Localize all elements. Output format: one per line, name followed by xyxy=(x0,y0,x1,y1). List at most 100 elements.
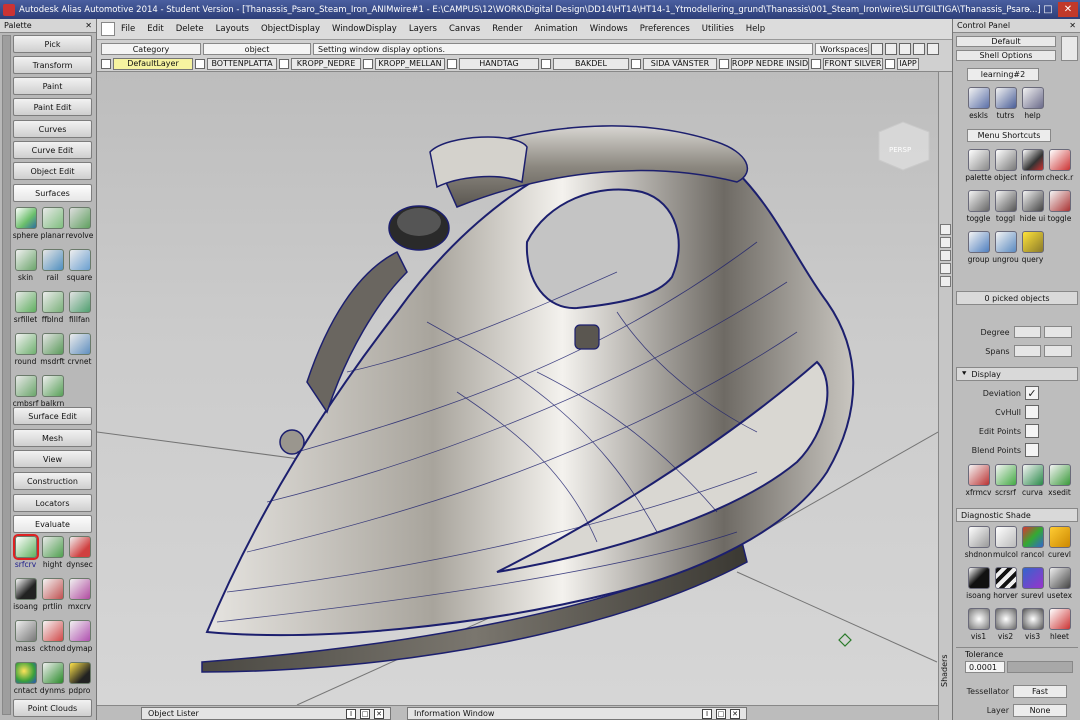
palette-scroll-strip[interactable] xyxy=(2,35,11,715)
tool-scrsrf[interactable]: scrsrf xyxy=(992,462,1019,502)
tool-fillfan[interactable]: fillfan xyxy=(66,289,93,329)
palette-surfaces-button[interactable]: Surfaces xyxy=(13,184,92,202)
tool-dynsec[interactable]: dynsec xyxy=(66,534,93,574)
tool-check[interactable]: check.r xyxy=(1046,147,1073,187)
spans-input-2[interactable] xyxy=(1044,345,1072,357)
spans-input-1[interactable] xyxy=(1013,345,1042,357)
workspace-icon-3[interactable] xyxy=(899,43,911,55)
layer-tab[interactable]: BOTTENPLATTA xyxy=(207,57,277,70)
palette-view-button[interactable]: View xyxy=(13,450,92,468)
tool-cntact[interactable]: cntact xyxy=(12,660,39,700)
tool-object[interactable]: object xyxy=(992,147,1019,187)
tool-mulcol[interactable]: mulcol xyxy=(992,524,1019,564)
tool-skin[interactable]: skin xyxy=(12,247,39,287)
tool-square[interactable]: square xyxy=(66,247,93,287)
perspective-viewport[interactable]: PERSP xyxy=(97,72,938,705)
minimize-button[interactable]: – xyxy=(1018,2,1038,17)
menu-windows[interactable]: Windows xyxy=(584,24,634,34)
palette-curve-edit-button[interactable]: Curve Edit xyxy=(13,141,92,159)
palette-locators-button[interactable]: Locators xyxy=(13,494,92,512)
palette-close-icon[interactable]: ✕ xyxy=(85,21,92,30)
cvhull-checkbox[interactable] xyxy=(1025,405,1039,419)
tool-group[interactable]: group xyxy=(965,229,992,269)
tool-vis1[interactable]: vis1 xyxy=(965,606,992,646)
layer-tab[interactable]: ROPP NEDRE INSID xyxy=(731,57,809,70)
tool-xsedit[interactable]: xsedit xyxy=(1046,462,1073,502)
menu-animation[interactable]: Animation xyxy=(528,24,583,34)
control-panel-close-icon[interactable]: ✕ xyxy=(1069,21,1076,30)
menu-edit[interactable]: Edit xyxy=(141,24,169,34)
preset-dropdown[interactable]: Default xyxy=(956,36,1056,47)
layer-tab[interactable]: SIDA VÄNSTER xyxy=(643,57,717,70)
tool-msdrft[interactable]: msdrft xyxy=(39,331,66,371)
tool-vis3[interactable]: vis3 xyxy=(1019,606,1046,646)
layer-visibility-check[interactable] xyxy=(885,58,895,69)
tool-usetex[interactable]: usetex xyxy=(1046,565,1073,605)
palette-evaluate-button[interactable]: Evaluate xyxy=(13,515,92,533)
tool-mass[interactable]: mass xyxy=(12,618,39,658)
tool-hight[interactable]: hight xyxy=(39,534,66,574)
display-section-header[interactable]: ⯆ Display xyxy=(956,367,1078,381)
tool-curva[interactable]: curva xyxy=(1019,462,1046,502)
information-window-close-icon[interactable]: ✕ xyxy=(730,709,740,719)
palette-paint-edit-button[interactable]: Paint Edit xyxy=(13,98,92,116)
tool-ungroup[interactable]: ungrou xyxy=(992,229,1019,269)
tool-planar[interactable]: planar xyxy=(39,205,66,245)
tolerance-slider[interactable] xyxy=(1007,661,1073,673)
tool-crvnet[interactable]: crvnet xyxy=(66,331,93,371)
shelf-tab-menu-shortcuts[interactable]: Menu Shortcuts xyxy=(967,129,1051,142)
tool-inform[interactable]: inform xyxy=(1019,147,1046,187)
tool-revolve[interactable]: revolve xyxy=(66,205,93,245)
close-window-button[interactable]: ✕ xyxy=(1058,2,1078,17)
layer-tab[interactable]: HANDTAG xyxy=(459,57,539,70)
tool-rancol[interactable]: rancol xyxy=(1019,524,1046,564)
layer-tab-default[interactable]: DefaultLayer xyxy=(113,57,193,70)
tool-xfrmcv[interactable]: xfrmcv xyxy=(965,462,992,502)
palette-pick-button[interactable]: Pick xyxy=(13,35,92,53)
workspace-icon-4[interactable] xyxy=(913,43,925,55)
information-window[interactable]: Information Window I □ ✕ xyxy=(407,707,747,720)
workspaces-dropdown[interactable]: Workspaces xyxy=(815,43,869,55)
palette-paint-button[interactable]: Paint xyxy=(13,77,92,95)
tool-palette[interactable]: palette xyxy=(965,147,992,187)
tool-help[interactable]: help xyxy=(1019,85,1046,125)
layer-visibility-check[interactable] xyxy=(279,58,289,69)
object-lister-close-icon[interactable]: ✕ xyxy=(374,709,384,719)
tool-surevl[interactable]: surevl xyxy=(1019,565,1046,605)
tessellator-select[interactable]: Fast xyxy=(1013,684,1067,698)
layer-visibility-check[interactable] xyxy=(631,58,641,69)
workspace-pin-icon[interactable] xyxy=(1061,36,1078,61)
workspace-icon-5[interactable] xyxy=(927,43,939,55)
palette-surface-edit-button[interactable]: Surface Edit xyxy=(13,407,92,425)
layer-visibility-check[interactable] xyxy=(811,58,821,69)
tool-hleet[interactable]: hleet xyxy=(1046,606,1073,646)
tool-toggl[interactable]: toggl xyxy=(992,188,1019,228)
workspace-icon-1[interactable] xyxy=(871,43,883,55)
object-lister-maximize-icon[interactable]: □ xyxy=(360,709,370,719)
strip-button-3[interactable] xyxy=(940,250,951,261)
layer-visibility-check[interactable] xyxy=(195,58,205,69)
strip-button-5[interactable] xyxy=(940,276,951,287)
viewcube[interactable]: PERSP xyxy=(878,121,930,171)
menu-objectdisplay[interactable]: ObjectDisplay xyxy=(255,24,326,34)
tool-rail[interactable]: rail xyxy=(39,247,66,287)
degree-input-1[interactable] xyxy=(1013,326,1042,338)
tool-dymap[interactable]: dymap xyxy=(66,618,93,658)
menu-file[interactable]: File xyxy=(115,24,141,34)
category-dropdown[interactable]: Category xyxy=(101,43,201,55)
layer-tab[interactable]: FRONT SILVER xyxy=(823,57,883,70)
palette-construction-button[interactable]: Construction xyxy=(13,472,92,490)
layer-visibility-check[interactable] xyxy=(447,58,457,69)
tool-round[interactable]: round xyxy=(12,331,39,371)
object-lister-info-icon[interactable]: I xyxy=(346,709,356,719)
layer-tab[interactable]: KROPP_MELLAN xyxy=(375,57,445,70)
tool-hide-ui[interactable]: hide ui xyxy=(1019,188,1046,228)
tool-srfillet[interactable]: srfillet xyxy=(12,289,39,329)
tool-sphere[interactable]: sphere xyxy=(12,205,39,245)
layer-tab[interactable]: IAPP xyxy=(897,57,919,70)
deviation-checkbox[interactable]: ✓ xyxy=(1025,386,1039,400)
menu-help[interactable]: Help xyxy=(740,24,771,34)
palette-mesh-button[interactable]: Mesh xyxy=(13,429,92,447)
object-dropdown[interactable]: object xyxy=(203,43,311,55)
layer-tab[interactable]: BAKDEL xyxy=(553,57,629,70)
